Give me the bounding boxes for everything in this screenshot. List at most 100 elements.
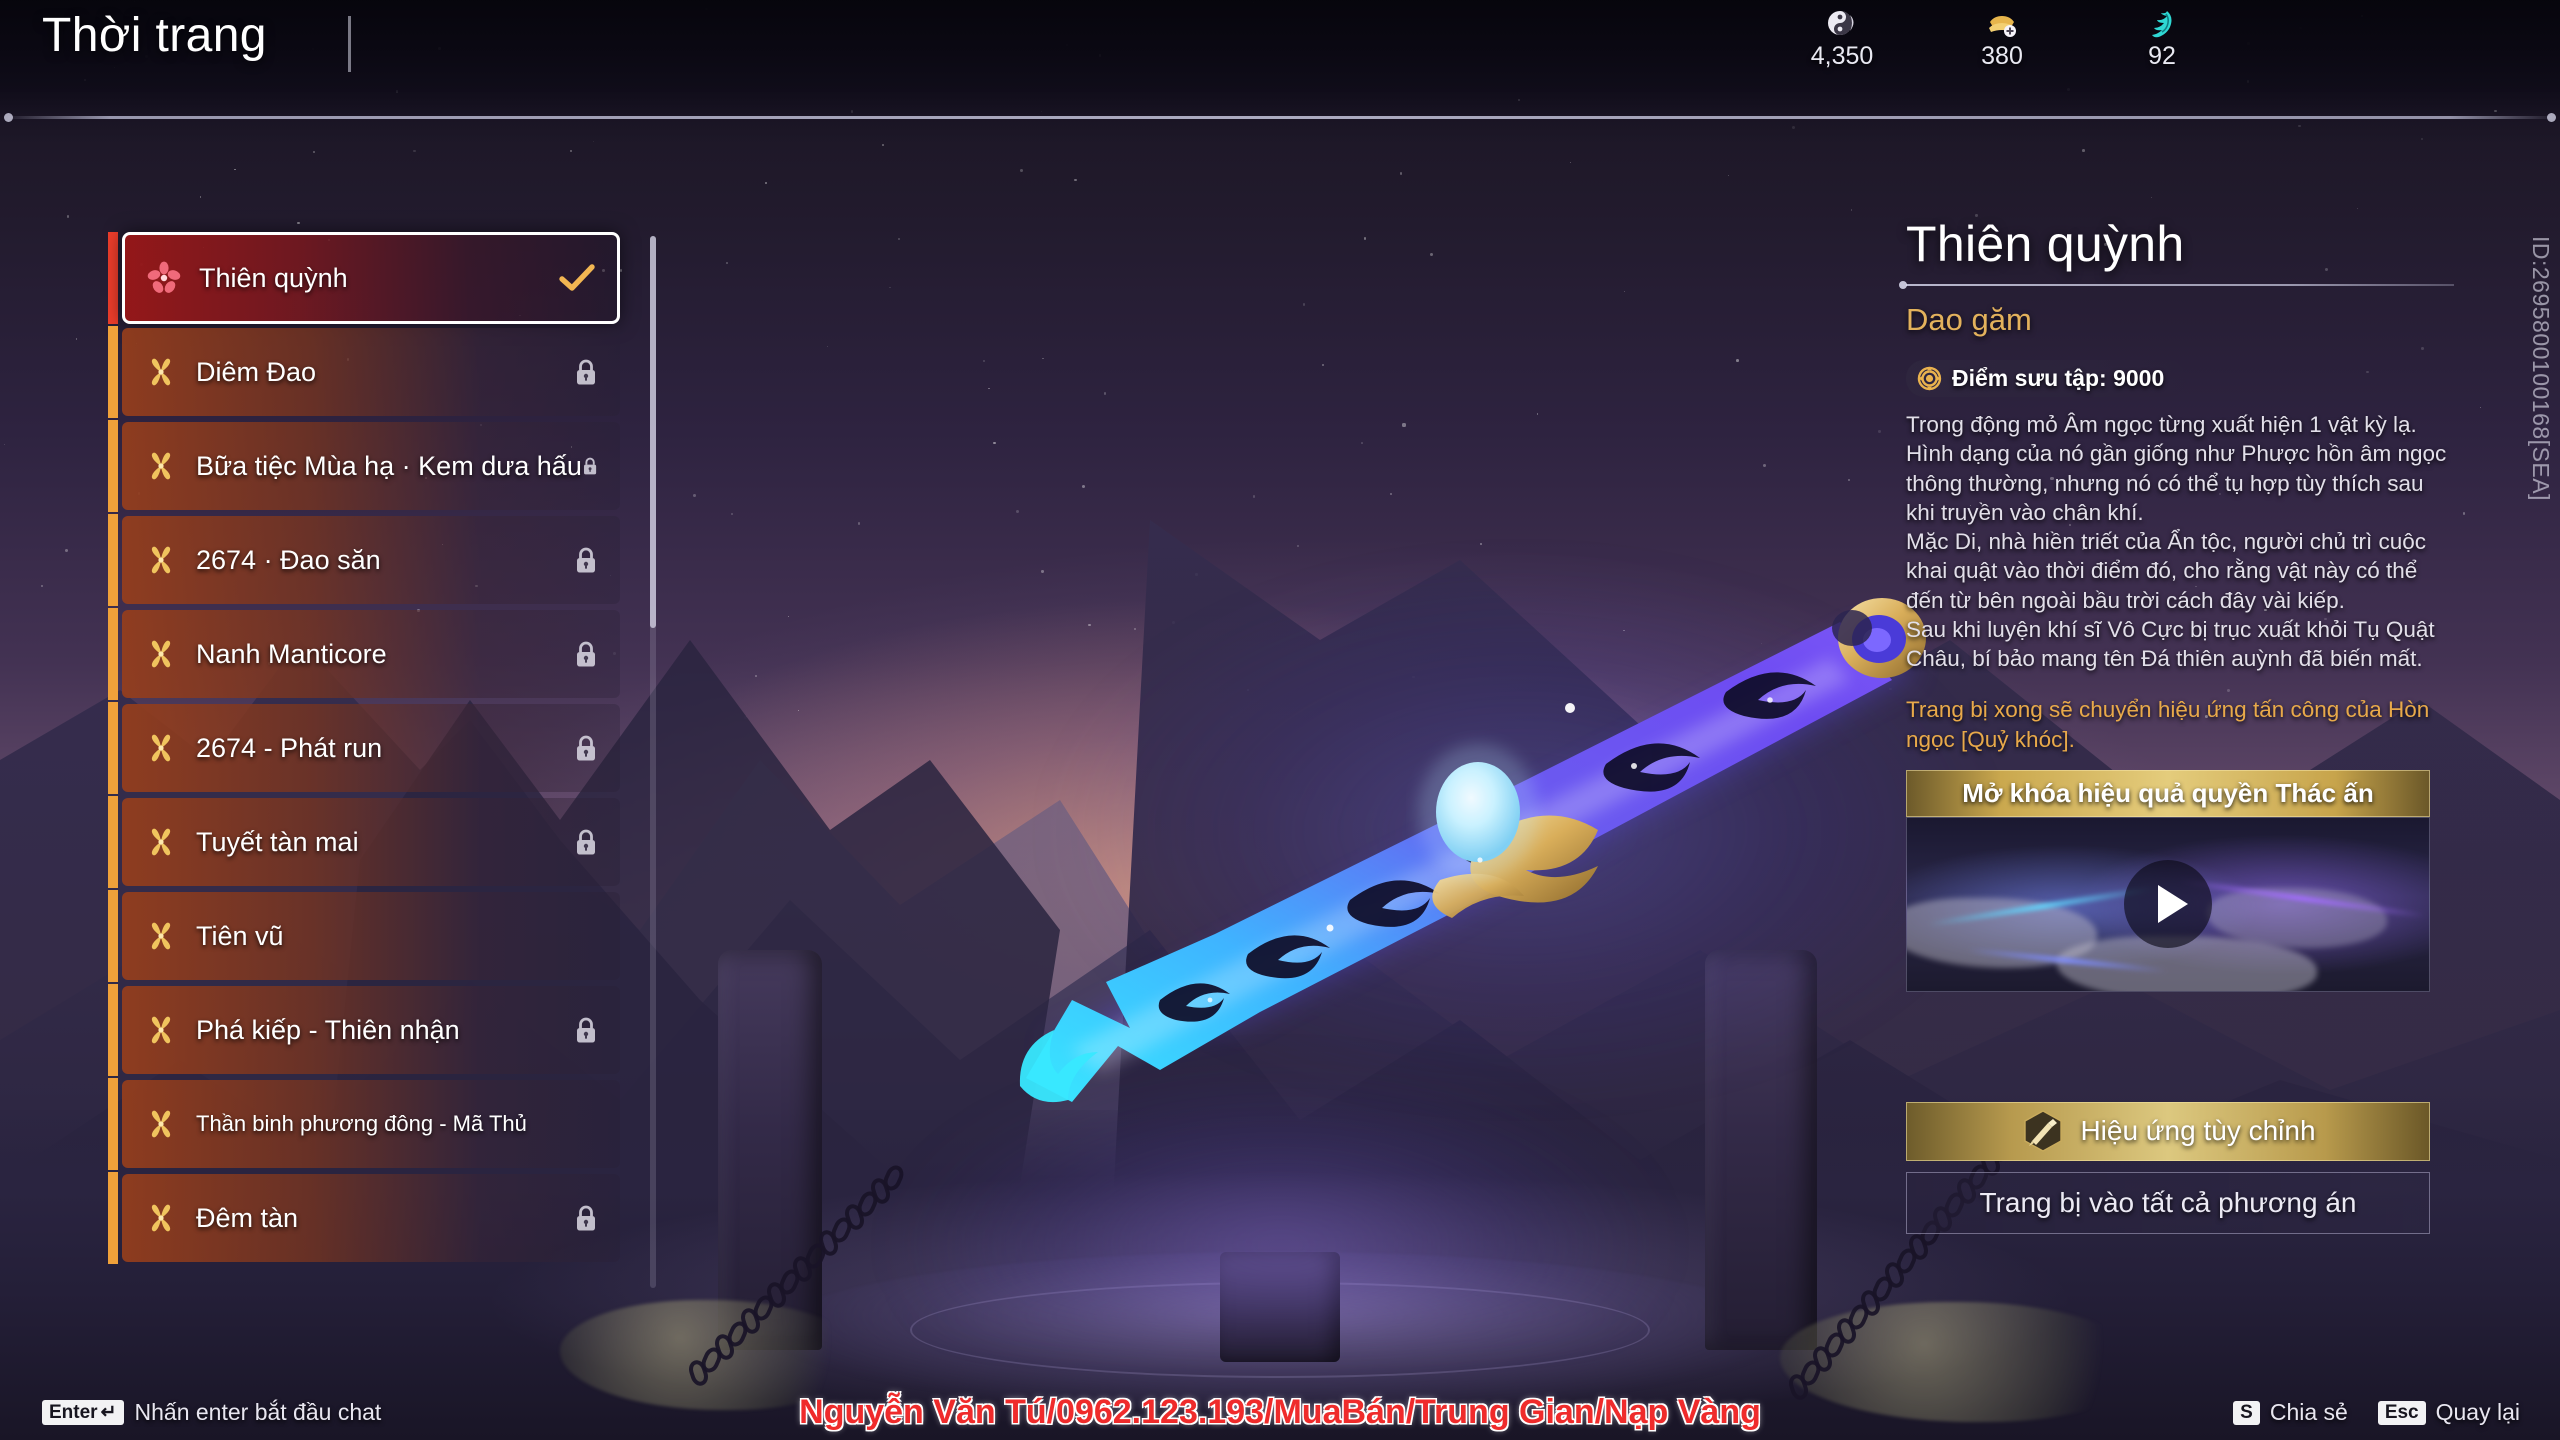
page-title: Thời trang (42, 9, 267, 62)
enter-key-label: Enter (49, 1401, 98, 1423)
share-label: Chia sẻ (2269, 1399, 2348, 1425)
fashion-list-scroll[interactable]: Thiên quỳnh Diêm Đao Bữa tiệc Mùa hạ · Kem… (108, 232, 630, 1292)
item-id-vertical: ID:2695800100168[SEA] (2528, 236, 2554, 501)
chat-hint[interactable]: Enter ↵ Nhấn enter bắt đầu chat (42, 1399, 381, 1426)
conch-shell-icon (2152, 11, 2172, 38)
list-item-accent-bar (108, 608, 118, 700)
stone-pillar-right (1705, 950, 1817, 1350)
list-item-accent-bar (108, 232, 118, 324)
lock-icon (577, 1205, 595, 1231)
list-item-label: Phá kiếp - Thiên nhận (196, 1014, 460, 1045)
list-item-label: Tuyết tàn mai (196, 826, 359, 857)
list-item[interactable]: Diêm Đao (108, 326, 620, 418)
lock-icon (577, 829, 595, 855)
back-button[interactable]: Esc Quay lại (2377, 1399, 2520, 1426)
list-scrollbar[interactable] (650, 236, 656, 1288)
list-item-body[interactable]: 2674 · Đao săn (122, 516, 620, 604)
video-preview-block[interactable]: Mở khóa hiệu quả quyền Thác ấn (1906, 769, 2430, 992)
list-item-label: Thần binh phương đông - Mã Thủ (196, 1111, 527, 1136)
list-item[interactable]: 2674 - Phát run (108, 702, 620, 794)
lock-icon (583, 457, 596, 475)
petal-cross-icon (151, 922, 171, 950)
petal-cross-icon (151, 1016, 171, 1044)
list-scrollbar-thumb[interactable] (650, 236, 656, 628)
list-item-body[interactable]: Tiên vũ (122, 892, 620, 980)
lock-icon (577, 359, 595, 385)
equip-all-label: Trang bị vào tất cả phương án (1979, 1186, 2357, 1218)
list-item-label: Đêm tàn (196, 1202, 299, 1233)
play-icon[interactable] (2124, 860, 2212, 949)
watermark-text: Nguyễn Văn Tú/0962.123.193/MuaBán/Trung … (799, 1393, 1761, 1431)
dagger-hex-icon (2024, 1110, 2063, 1153)
fashion-list[interactable]: Thiên quỳnh Diêm Đao Bữa tiệc Mùa hạ · Kem… (108, 232, 648, 1292)
list-item-accent-bar (108, 984, 118, 1076)
detail-description: Trong động mỏ Âm ngọc từng xuất hiện 1 v… (1906, 410, 2454, 754)
list-item[interactable]: Tuyết tàn mai (108, 796, 620, 888)
lock-icon (577, 735, 595, 761)
list-item-body[interactable]: Thiên quỳnh (122, 232, 620, 324)
flower-star-icon (147, 261, 181, 293)
equip-all-button[interactable]: Trang bị vào tất cả phương án (1906, 1171, 2430, 1234)
petal-cross-icon (151, 828, 171, 856)
list-item-accent-bar (108, 1078, 118, 1170)
detail-divider (1899, 281, 2454, 289)
list-item-body[interactable]: Diêm Đao (122, 328, 620, 416)
petal-cross-icon (151, 640, 171, 668)
list-item-accent-bar (108, 514, 118, 606)
list-item-accent-bar (108, 326, 118, 418)
list-item[interactable]: Bữa tiệc Mùa hạ · Kem dưa hấu (108, 420, 620, 512)
detail-panel: Thiên quỳnh Dao găm Điểm sưu tập: 9000 T… (1899, 216, 2454, 1234)
back-label: Quay lại (2435, 1399, 2520, 1425)
list-item-body[interactable]: Phá kiếp - Thiên nhận (122, 986, 620, 1074)
list-item-accent-bar (108, 796, 118, 888)
collection-points-badge: Điểm sưu tập: 9000 (1906, 360, 2187, 397)
description-paragraph-1: Trong động mỏ Âm ngọc từng xuất hiện 1 v… (1906, 412, 2447, 525)
list-item[interactable]: Phá kiếp - Thiên nhận (108, 984, 620, 1076)
custom-effect-label: Hiệu ứng tùy chỉnh (2080, 1115, 2316, 1147)
video-thumbnail[interactable] (1906, 816, 2430, 992)
list-item-body[interactable]: Thần binh phương đông - Mã Thủ (122, 1080, 620, 1168)
list-item[interactable]: Nanh Manticore (108, 608, 620, 700)
list-item-accent-bar (108, 890, 118, 982)
petal-cross-icon (151, 546, 171, 574)
list-item-label: 2674 · Đao săn (196, 544, 381, 575)
list-item-label: Nanh Manticore (196, 638, 387, 669)
list-item[interactable]: 2674 · Đao săn (108, 514, 620, 606)
list-item-label: Tiên vũ (196, 920, 284, 951)
center-plinth (1220, 1252, 1340, 1362)
currency-gold-ingot[interactable]: 380 (1956, 6, 2048, 71)
list-item-body[interactable]: Tuyết tàn mai (122, 798, 620, 886)
list-item-accent-bar (108, 420, 118, 512)
enter-key-glyph: ↵ (100, 1402, 117, 1423)
list-item[interactable]: Tiên vũ (108, 890, 620, 982)
collection-gear-icon (1917, 366, 1942, 391)
gold-ingot-icon (1989, 16, 2016, 37)
list-item-body[interactable]: Bữa tiệc Mùa hạ · Kem dưa hấu (122, 422, 620, 510)
list-item[interactable]: Đêm tàn (108, 1172, 620, 1264)
currency-yinyang-coin[interactable]: 4,350 (1796, 6, 1888, 71)
collection-points-text: Điểm sưu tập: 9000 (1952, 365, 2165, 391)
list-item[interactable]: Thần binh phương đông - Mã Thủ (108, 1078, 620, 1170)
list-item[interactable]: Thiên quỳnh (108, 232, 620, 324)
description-paragraph-3: Sau khi luyện khí sĩ Vô Cực bị trục xuất… (1906, 616, 2435, 671)
list-item-body[interactable]: Đêm tàn (122, 1174, 620, 1262)
description-paragraph-2: Mặc Di, nhà hiền triết của Ẩn tộc, người… (1906, 529, 2427, 613)
currency-conch-shell[interactable]: 92 (2116, 6, 2208, 71)
video-header: Mở khóa hiệu quả quyền Thác ấn (1906, 769, 2430, 817)
list-item-body[interactable]: 2674 - Phát run (122, 704, 620, 792)
custom-effect-button[interactable]: Hiệu ứng tùy chỉnh (1906, 1101, 2430, 1161)
header-divider (4, 113, 2556, 122)
list-item-label: Diêm Đao (196, 356, 317, 387)
share-button[interactable]: S Chia sẻ (2233, 1399, 2348, 1426)
detail-note: Trang bị xong sẽ chuyển hiệu ứng tấn côn… (1906, 697, 2430, 752)
list-item-label: 2674 - Phát run (196, 732, 383, 763)
video-header-label: Mở khóa hiệu quả quyền Thác ấn (1962, 777, 2374, 808)
title-separator (348, 16, 351, 72)
list-item-body[interactable]: Nanh Manticore (122, 610, 620, 698)
currency-bar: 4,350 380 92 (1796, 6, 2208, 71)
petal-cross-icon (151, 358, 171, 386)
list-item-label: Bữa tiệc Mùa hạ · Kem dưa hấu (196, 450, 582, 481)
petal-cross-icon (151, 1110, 171, 1138)
chat-hint-label: Nhấn enter bắt đầu chat (134, 1399, 382, 1425)
top-bar-fade (0, 92, 2560, 146)
